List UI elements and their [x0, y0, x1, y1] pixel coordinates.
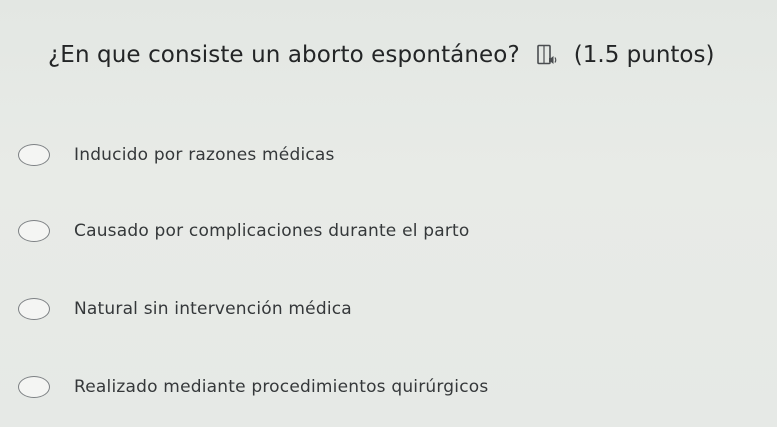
option-4-label: Realizado mediante procedimientos quirúr… [74, 377, 489, 397]
option-1-radio[interactable] [18, 144, 50, 166]
option-2-label: Causado por complicaciones durante el pa… [74, 221, 470, 241]
question-points: (1.5 puntos) [573, 42, 715, 68]
option-3-radio[interactable] [18, 298, 50, 320]
option-1[interactable]: Inducido por razones médicas [18, 138, 335, 172]
option-3[interactable]: Natural sin intervención médica [18, 292, 352, 326]
option-4[interactable]: Realizado mediante procedimientos quirúr… [18, 370, 488, 404]
immersive-reader-audio-icon [536, 44, 557, 65]
option-4-radio[interactable] [18, 376, 50, 398]
option-2[interactable]: Causado por complicaciones durante el pa… [18, 214, 470, 248]
option-3-label: Natural sin intervención médica [74, 299, 352, 319]
question-header: ¿En que consiste un aborto espontáneo? (… [48, 42, 714, 68]
immersive-reader-button[interactable] [534, 42, 560, 68]
option-1-label: Inducido por razones médicas [74, 145, 335, 165]
question-title: ¿En que consiste un aborto espontáneo? [48, 42, 520, 68]
option-2-radio[interactable] [18, 220, 50, 242]
